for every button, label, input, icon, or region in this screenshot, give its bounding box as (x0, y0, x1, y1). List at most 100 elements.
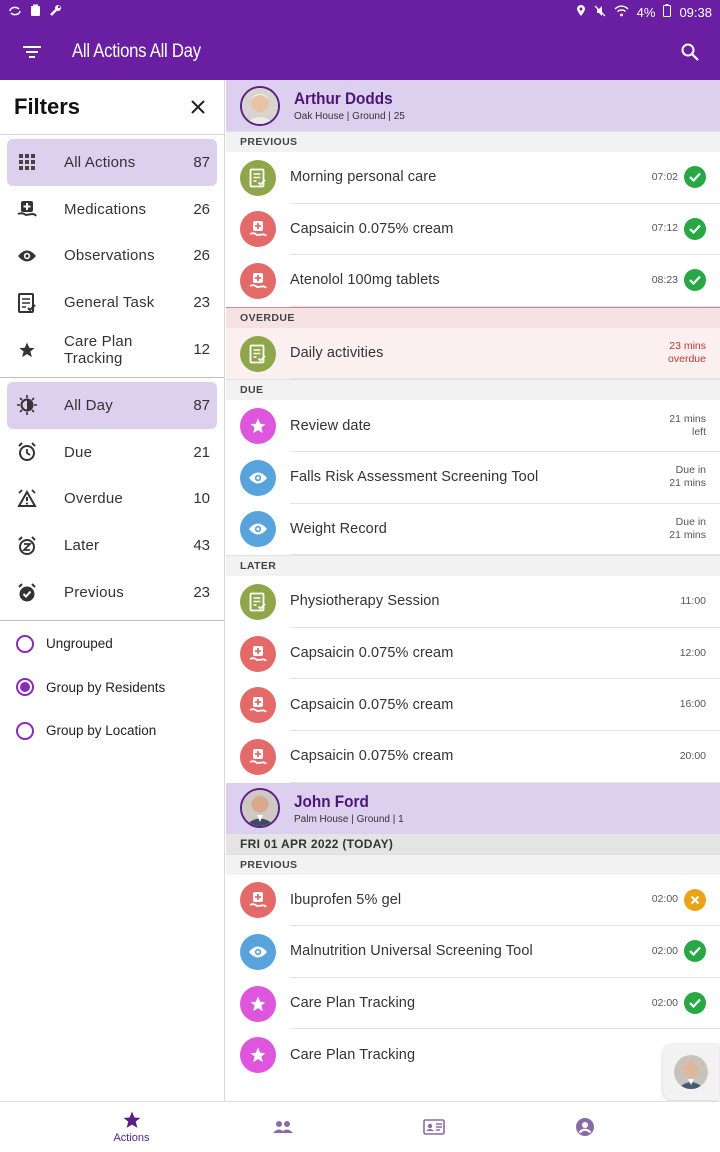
star-icon (16, 339, 38, 361)
task-icon (240, 583, 276, 620)
type-filters: All Actions 87 Medications 26 Observatio… (0, 135, 224, 378)
group-by-residents[interactable]: Group by Residents (0, 665, 224, 709)
time-line: 21 mins (669, 528, 706, 541)
filter-count: 23 (193, 294, 210, 312)
radio-button[interactable] (16, 634, 34, 653)
action-body: Review date 21 mins left (290, 400, 720, 452)
nav-actions[interactable]: Actions (56, 1102, 207, 1152)
action-row[interactable]: Morning personal care 07:02 (226, 152, 720, 204)
resident-avatar (240, 788, 280, 829)
action-row[interactable]: Capsaicin 0.075% cream 12:00 (226, 627, 720, 680)
filter-label: Overdue (64, 490, 123, 508)
action-label: Falls Risk Assessment Screening Tool (290, 469, 539, 486)
section-header: DUE (226, 379, 720, 401)
section-header: LATER (226, 555, 720, 577)
nav-account[interactable] (509, 1102, 660, 1152)
action-label: Capsaicin 0.075% cream (290, 645, 454, 662)
action-label: Malnutrition Universal Screening Tool (290, 943, 533, 960)
action-body: Ibuprofen 5% gel 02:00 (290, 875, 720, 927)
action-time: 08:23 (651, 273, 678, 286)
nav-profile-card[interactable] (358, 1102, 509, 1152)
filter-label: Later (64, 537, 100, 555)
section-header: PREVIOUS (226, 853, 720, 875)
action-row[interactable]: Care Plan Tracking 02:00 (226, 977, 720, 1030)
action-row[interactable]: Capsaicin 0.075% cream 16:00 (226, 679, 720, 731)
action-row[interactable]: Care Plan Tracking 02 (226, 1029, 720, 1081)
task-icon (240, 159, 276, 196)
action-row[interactable]: Capsaicin 0.075% cream 07:12 (226, 203, 720, 256)
nav-label: Actions (113, 1132, 150, 1144)
action-label: Weight Record (290, 520, 387, 537)
filter-count: 87 (193, 153, 210, 171)
star-icon (240, 1037, 276, 1074)
group-ungrouped[interactable]: Ungrouped (0, 622, 224, 666)
action-row[interactable]: Capsaicin 0.075% cream 20:00 (226, 730, 720, 783)
filter-observations[interactable]: Observations 26 (7, 233, 217, 280)
action-body: Weight Record Due in 21 mins (290, 504, 720, 556)
resident-info: John Ford Palm House | Ground | 1 (294, 792, 404, 825)
filter-count: 10 (193, 490, 210, 508)
action-time: 11:00 (680, 594, 707, 607)
group-by-location[interactable]: Group by Location (0, 709, 224, 753)
snooze-icon (16, 535, 38, 557)
action-row[interactable]: Review date 21 mins left (226, 400, 720, 452)
action-body: Care Plan Tracking 02:00 (290, 978, 720, 1030)
day-icon (16, 394, 38, 416)
filter-due[interactable]: Due 21 (7, 429, 217, 476)
action-time: 21 mins left (669, 413, 706, 439)
action-row[interactable]: Falls Risk Assessment Screening Tool Due… (226, 451, 720, 504)
resident-name: Arthur Dodds (294, 89, 393, 108)
action-body: Atenolol 100mg tablets 08:23 (290, 255, 720, 307)
close-filters-button[interactable] (186, 95, 210, 119)
time-line: overdue (668, 353, 706, 366)
action-row[interactable]: Ibuprofen 5% gel 02:00 (226, 874, 720, 927)
action-row[interactable]: Atenolol 100mg tablets 08:23 (226, 255, 720, 307)
resident-header[interactable]: John Ford Palm House | Ground | 1 (226, 782, 720, 834)
action-time: Due in 21 mins (669, 464, 706, 490)
id-card-icon (422, 1119, 445, 1135)
battery-icon (663, 4, 672, 20)
filter-count: 26 (193, 200, 210, 218)
star-icon (123, 1111, 140, 1128)
star-icon (240, 985, 276, 1022)
resident-photo (674, 1055, 708, 1089)
status-bar: 4% 09:38 (0, 0, 720, 24)
filter-medications[interactable]: Medications 26 (7, 186, 217, 233)
filter-care-plan-tracking[interactable]: Care Plan Tracking 12 (7, 326, 217, 373)
action-label: Review date (290, 417, 371, 434)
search-button[interactable] (676, 38, 704, 66)
floating-resident-avatar[interactable] (663, 1044, 719, 1100)
radio-button[interactable] (16, 721, 34, 740)
filter-previous[interactable]: Previous 23 (7, 569, 217, 616)
time-line: left (691, 425, 706, 438)
action-row[interactable]: Daily activities 23 mins overdue (226, 327, 720, 380)
action-label: Capsaicin 0.075% cream (290, 220, 454, 237)
filter-all-day[interactable]: All Day 87 (7, 381, 217, 429)
alarm-off-icon (16, 488, 38, 510)
action-row[interactable]: Weight Record Due in 21 mins (226, 503, 720, 556)
resident-avatar (240, 85, 280, 126)
filters-header: Filters (0, 80, 224, 135)
radio-label: Ungrouped (46, 636, 113, 652)
date-header: FRI 01 APR 2022 (TODAY) (226, 833, 720, 854)
eye-icon (240, 933, 276, 970)
filter-label: Due (64, 443, 93, 461)
action-label: Capsaicin 0.075% cream (290, 696, 454, 713)
filter-label: Medications (64, 200, 147, 218)
radio-button-selected[interactable] (16, 678, 34, 697)
status-right: 4% 09:38 (576, 4, 712, 20)
action-row[interactable]: Physiotherapy Session 11:00 (226, 576, 720, 628)
filter-later[interactable]: Later 43 (7, 522, 217, 569)
sync-icon (8, 5, 22, 20)
action-body: Capsaicin 0.075% cream 07:12 (290, 204, 720, 256)
nav-residents[interactable] (207, 1102, 358, 1152)
filter-general-task[interactable]: General Task 23 (7, 279, 217, 326)
action-row[interactable]: Malnutrition Universal Screening Tool 02… (226, 926, 720, 978)
filter-all-actions[interactable]: All Actions 87 (7, 139, 217, 186)
filter-menu-button[interactable] (0, 24, 64, 80)
filter-overdue[interactable]: Overdue 10 (7, 476, 217, 523)
wrench-icon (49, 4, 62, 20)
resident-header[interactable]: Arthur Dodds Oak House | Ground | 25 (226, 80, 720, 131)
completed-check-icon (684, 992, 706, 1015)
action-label: Care Plan Tracking (290, 1047, 416, 1064)
